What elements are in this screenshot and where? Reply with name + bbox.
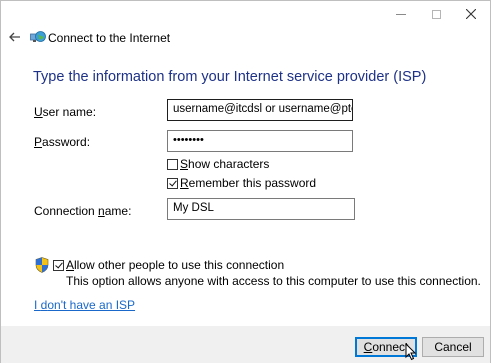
allow-others-option[interactable]: Allow other people to use this connectio… xyxy=(53,258,284,272)
username-field[interactable]: username@itcdsl or username@ptelco-dsl xyxy=(167,99,353,121)
show-characters-option[interactable]: Show characters xyxy=(167,157,269,171)
minimize-button[interactable] xyxy=(384,1,418,27)
username-label: User name: xyxy=(34,105,97,119)
show-characters-label: Show characters xyxy=(180,157,270,171)
connect-dialog-window: Connect to the Internet Type the informa… xyxy=(0,0,491,363)
uac-shield-icon xyxy=(35,257,49,273)
network-globe-icon xyxy=(30,31,46,42)
allow-others-label: Allow other people to use this connectio… xyxy=(66,258,285,272)
minimize-icon xyxy=(396,14,406,15)
connection-name-label: Connection name: xyxy=(34,204,132,218)
back-button[interactable] xyxy=(6,28,24,46)
remember-password-option[interactable]: Remember this password xyxy=(167,176,316,190)
remember-password-checkbox[interactable] xyxy=(167,177,178,189)
back-arrow-icon xyxy=(9,32,20,42)
page-heading: Type the information from your Internet … xyxy=(33,69,427,85)
close-icon xyxy=(466,9,476,19)
allow-others-checkbox[interactable] xyxy=(53,259,64,271)
password-field[interactable]: •••••••• xyxy=(167,130,353,152)
allow-others-description: This option allows anyone with access to… xyxy=(66,274,481,288)
maximize-button[interactable] xyxy=(419,1,453,27)
maximize-icon xyxy=(431,9,441,19)
close-button[interactable] xyxy=(454,1,488,27)
remember-password-label: Remember this password xyxy=(180,176,317,190)
mouse-pointer-icon xyxy=(405,343,417,361)
show-characters-checkbox[interactable] xyxy=(167,158,178,170)
password-label: Password: xyxy=(34,135,91,149)
no-isp-link[interactable]: I don't have an ISP xyxy=(34,298,135,312)
connection-name-field[interactable]: My DSL xyxy=(167,198,355,220)
dialog-title: Connect to the Internet xyxy=(48,31,171,45)
cancel-button[interactable]: Cancel xyxy=(422,337,484,357)
